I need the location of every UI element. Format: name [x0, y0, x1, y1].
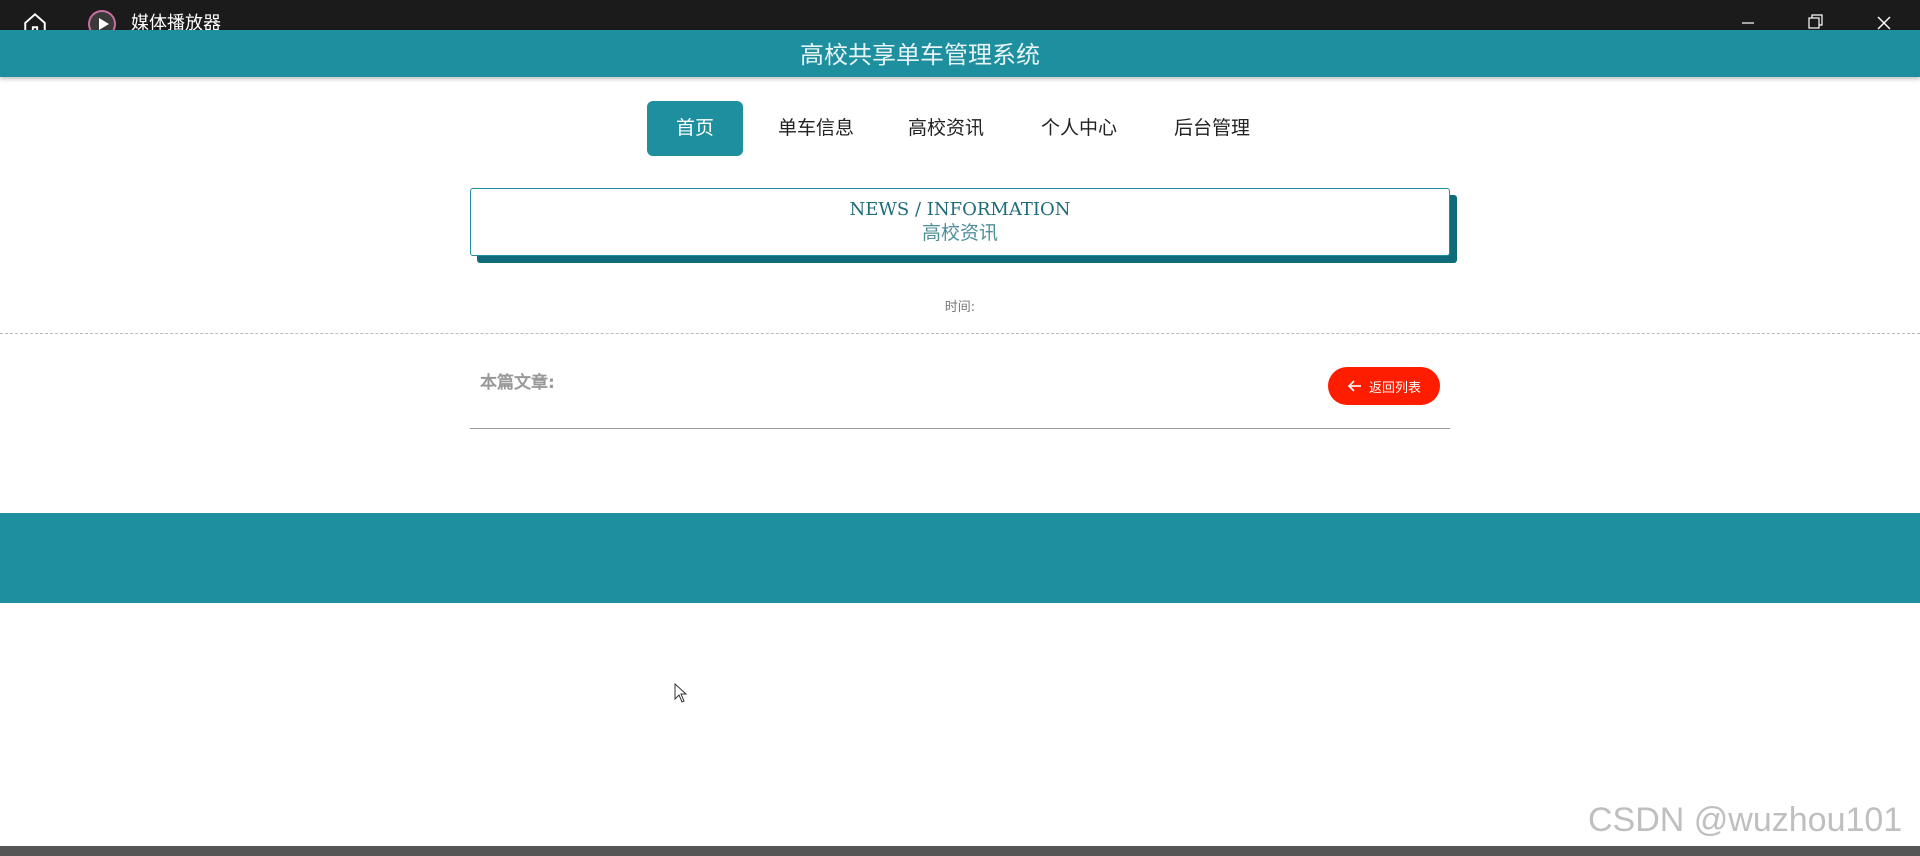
taskbar-edge: [0, 846, 1920, 856]
divider: [0, 333, 1920, 334]
news-title-cn: 高校资讯: [921, 222, 998, 244]
site-header: 高校共享单车管理系统: [0, 30, 1920, 77]
nav-item-bike-info[interactable]: 单车信息: [768, 101, 864, 156]
news-title-en: NEWS / INFORMATION: [849, 199, 1071, 220]
article-label: 本篇文章:: [480, 373, 555, 393]
article-divider: [470, 428, 1450, 429]
watermark: CSDN @wuzhou101: [1588, 801, 1903, 839]
site-footer: [0, 513, 1920, 603]
back-to-list-button[interactable]: 返回列表: [1328, 367, 1440, 405]
nav-item-admin[interactable]: 后台管理: [1164, 101, 1260, 156]
main-nav: 首页 单车信息 高校资讯 个人中心 后台管理: [0, 101, 1920, 156]
publish-time: 时间:: [944, 300, 976, 315]
back-to-list-label: 返回列表: [1368, 380, 1421, 396]
nav-item-personal-center[interactable]: 个人中心: [1031, 101, 1127, 156]
nav-item-campus-news[interactable]: 高校资讯: [898, 101, 994, 156]
news-header-box: NEWS / INFORMATION 高校资讯: [470, 188, 1450, 256]
site-title: 高校共享单车管理系统: [800, 41, 1040, 69]
arrow-left-icon: [1347, 380, 1361, 392]
mouse-cursor-icon: [674, 683, 688, 703]
nav-item-home[interactable]: 首页: [647, 101, 743, 156]
